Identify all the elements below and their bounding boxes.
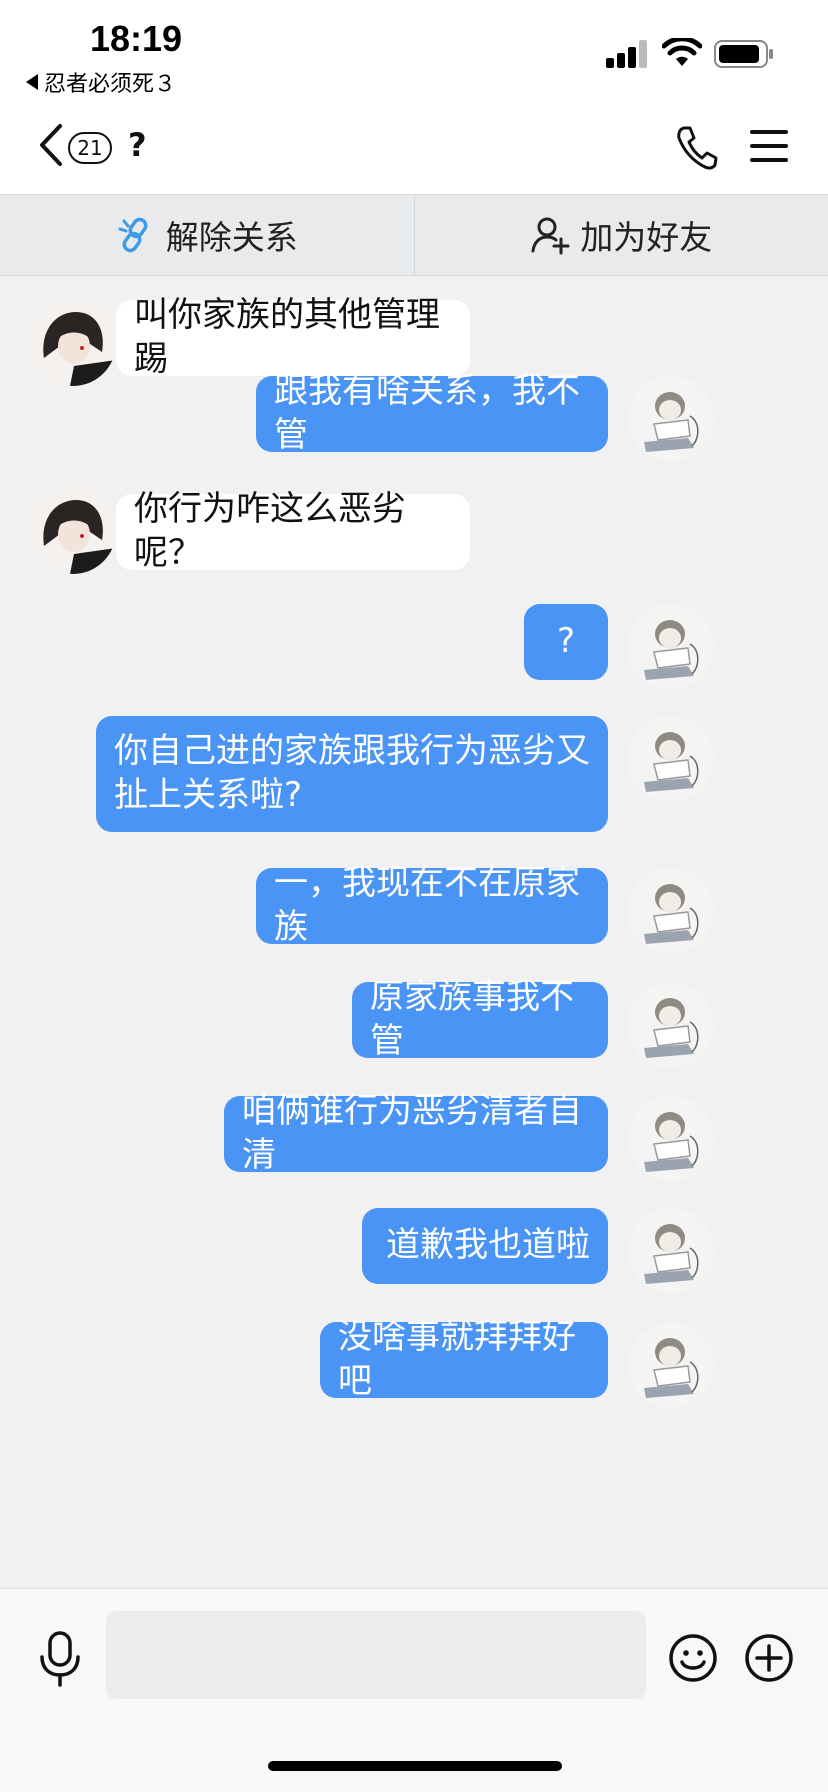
message-input-bar bbox=[0, 1588, 828, 1792]
back-to-app-link[interactable]: 忍者必须死３ bbox=[26, 66, 176, 98]
microphone-icon[interactable] bbox=[38, 1629, 82, 1689]
add-user-icon bbox=[531, 217, 570, 255]
message-bubble[interactable]: 道歉我也道啦 bbox=[362, 1208, 608, 1284]
add-friend-label: 加为好友 bbox=[580, 218, 713, 257]
status-bar: 18:19 忍者必须死３ bbox=[0, 0, 828, 100]
message-bubble[interactable]: 原家族事我不管 bbox=[352, 977, 608, 1061]
cellular-signal-icon bbox=[606, 40, 648, 68]
message-bubble[interactable]: 咱俩谁行为恶劣清者自清 bbox=[224, 1091, 608, 1175]
unlink-icon bbox=[118, 217, 148, 253]
home-indicator[interactable] bbox=[268, 1761, 562, 1771]
unlink-label: 解除关系 bbox=[165, 218, 298, 257]
my-avatar[interactable] bbox=[628, 1096, 714, 1182]
my-avatar[interactable] bbox=[628, 1322, 714, 1408]
status-time: 18:19 bbox=[90, 18, 183, 59]
battery-icon bbox=[714, 40, 773, 68]
relationship-action-bar: 解除关系 加为好友 bbox=[0, 194, 828, 276]
message-bubble[interactable]: 没啥事就拜拜好吧 bbox=[320, 1317, 608, 1401]
plus-icon[interactable] bbox=[744, 1633, 794, 1683]
message-bubble[interactable]: 跟我有啥关系，我不管 bbox=[256, 371, 608, 455]
phone-icon[interactable] bbox=[676, 124, 718, 170]
emoji-icon[interactable] bbox=[668, 1633, 718, 1683]
message-bubble[interactable]: 叫你家族的其他管理踢 bbox=[116, 295, 470, 379]
message-input[interactable] bbox=[106, 1611, 646, 1699]
message-bubble[interactable]: 你自己进的家族跟我行为恶劣又扯上关系啦? bbox=[96, 716, 608, 832]
message-bubble[interactable]: ? bbox=[524, 604, 608, 680]
contact-avatar[interactable] bbox=[30, 300, 116, 386]
menu-icon[interactable] bbox=[748, 128, 790, 164]
back-chevron-icon[interactable] bbox=[36, 122, 66, 168]
message-bubble[interactable]: 你行为咋这么恶劣呢？ bbox=[116, 489, 470, 573]
contact-avatar[interactable] bbox=[30, 488, 116, 574]
unread-count-badge[interactable]: 21 bbox=[68, 132, 112, 164]
my-avatar[interactable] bbox=[628, 1208, 714, 1294]
wifi-icon bbox=[662, 38, 702, 66]
back-triangle-icon bbox=[26, 74, 38, 90]
unlink-relationship-button[interactable]: 解除关系 bbox=[0, 195, 414, 275]
my-avatar[interactable] bbox=[628, 982, 714, 1068]
chat-title: ? bbox=[128, 126, 147, 164]
chat-header: 21 ? bbox=[0, 100, 828, 194]
my-avatar[interactable] bbox=[628, 868, 714, 954]
message-list[interactable]: 叫你家族的其他管理踢 跟我有啥关系，我不管 你行为咋这么恶劣呢？ ? 你自己进的… bbox=[0, 276, 828, 1588]
my-avatar[interactable] bbox=[628, 376, 714, 462]
my-avatar[interactable] bbox=[628, 716, 714, 802]
message-bubble[interactable]: 一，我现在不在原家族 bbox=[256, 863, 608, 947]
my-avatar[interactable] bbox=[628, 604, 714, 690]
add-friend-button[interactable]: 加为好友 bbox=[413, 195, 828, 275]
back-app-label: 忍者必须死３ bbox=[44, 72, 177, 97]
